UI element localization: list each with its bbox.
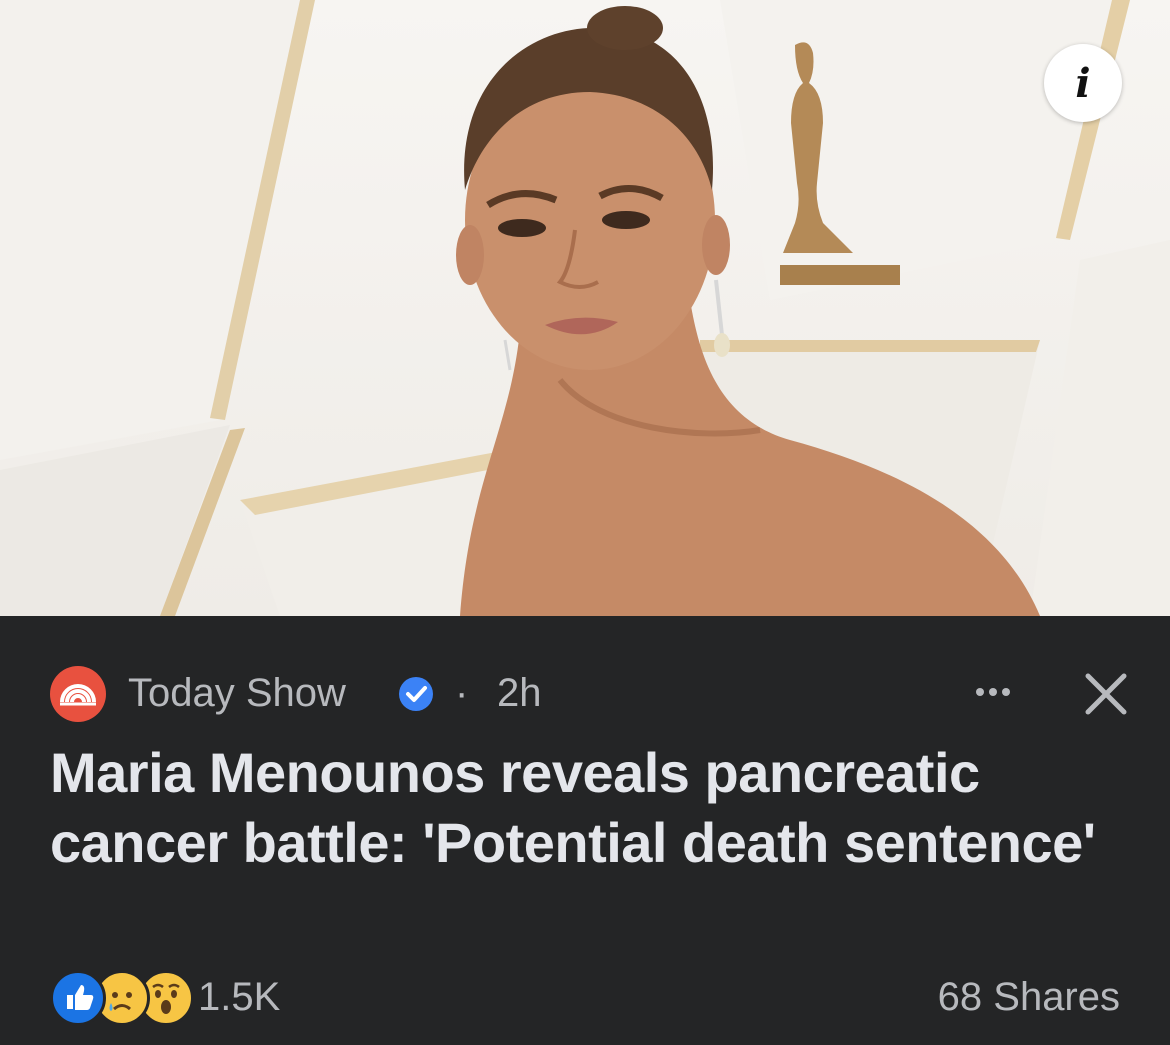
source-row: Today Show · 2h — [50, 666, 1140, 722]
reactions-summary[interactable]: 1.5K — [50, 970, 350, 1026]
more-dots-icon[interactable] — [968, 672, 1018, 712]
post-headline[interactable]: Maria Menounos reveals pancreatic cancer… — [50, 738, 1130, 878]
close-icon[interactable] — [1080, 668, 1132, 720]
article-photo-illustration — [0, 0, 1170, 616]
post-time[interactable]: 2h — [497, 671, 542, 715]
info-icon[interactable]: i — [1044, 44, 1122, 122]
separator-dot: · — [455, 671, 469, 715]
post-meta: Today Show · 2h Maria Menounos reveals p… — [0, 616, 1170, 1045]
article-image[interactable]: i — [0, 0, 1170, 616]
like-reaction-icon — [50, 970, 106, 1026]
reaction-count[interactable]: 1.5K — [198, 972, 280, 1022]
rainbow-logo-icon[interactable] — [50, 666, 106, 722]
verified-badge-icon — [398, 676, 434, 712]
shares-count[interactable]: 68 Shares — [938, 972, 1120, 1022]
news-post-card[interactable]: i Today Show · 2h Maria Menounos reveals… — [0, 0, 1170, 1045]
source-name[interactable]: Today Show — [128, 671, 346, 715]
